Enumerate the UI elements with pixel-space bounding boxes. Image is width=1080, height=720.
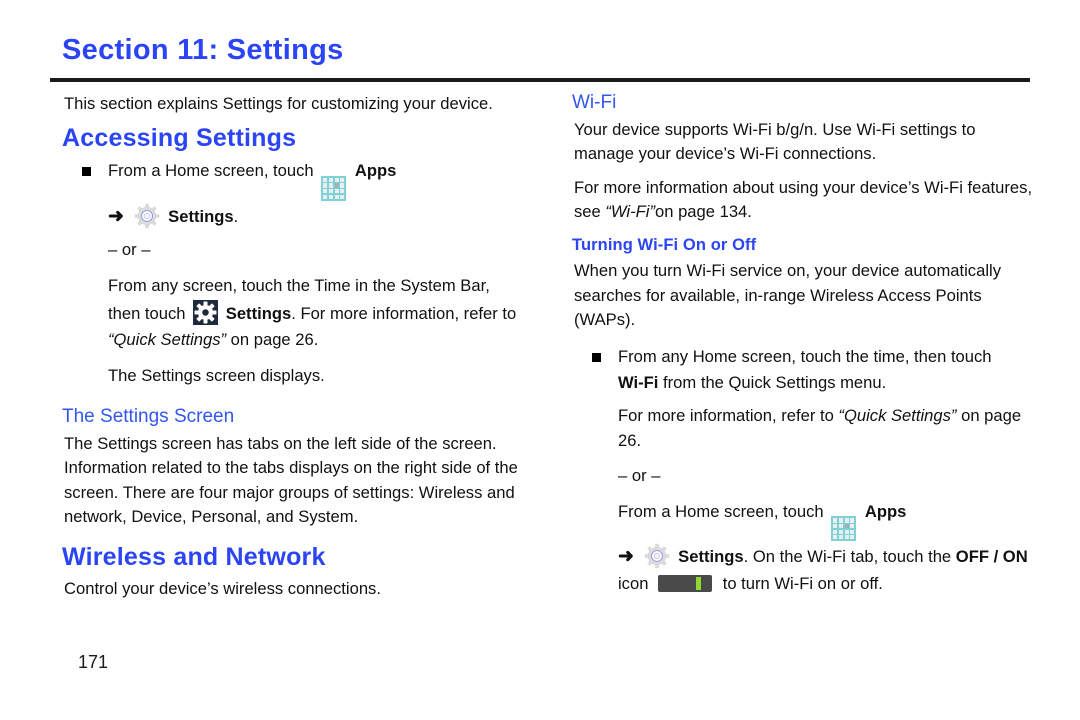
wifi-alt-line-3-post: to turn Wi-Fi on or off. <box>722 573 883 593</box>
wifi-bullet-line-2: Wi-Fi from the Quick Settings menu. <box>618 371 1035 395</box>
intro-paragraph: This section explains Settings for custo… <box>64 94 493 113</box>
turning-wifi-list: From any Home screen, touch the time, th… <box>560 345 1035 597</box>
alt-line-3-post: on page 26. <box>230 330 319 350</box>
settings-gear-icon <box>644 544 669 569</box>
wifi-alt-line-3: icon to turn Wi-Fi on or off. <box>618 572 1035 596</box>
heading-accessing-settings: Accessing Settings <box>62 124 297 153</box>
settings-gear-icon <box>134 203 159 228</box>
wifi-paragraph-1: Your device supports Wi-Fi b/g/n. Use Wi… <box>574 119 976 164</box>
offon-label: OFF / ON <box>955 547 1028 567</box>
the-settings-screen-body: The Settings screen has tabs on the left… <box>64 433 518 527</box>
apps-grid-icon <box>321 175 347 201</box>
wifi-alt-line-1-pre: From a Home screen, touch <box>618 501 824 521</box>
quick-settings-gear-icon <box>193 299 219 325</box>
alt-line-2-post: . For more information, refer to <box>291 303 517 323</box>
settings-label: Settings <box>168 206 234 226</box>
quick-settings-reference: “Quick Settings” <box>838 406 957 426</box>
quick-settings-reference: “Quick Settings” <box>108 330 227 350</box>
title-divider <box>50 78 1030 82</box>
accessing-settings-list: From a Home screen, touch Apps ➜ Setting… <box>50 159 540 388</box>
right-column: Wi-Fi Your device supports Wi-Fi b/g/n. … <box>560 92 1035 598</box>
left-column: This section explains Settings for custo… <box>50 92 540 610</box>
list-item: From a Home screen, touch Apps ➜ Setting… <box>50 159 540 388</box>
wifi-alt-line-3-pre: icon <box>618 573 649 593</box>
page-title: Section 11: Settings <box>62 34 344 66</box>
alt-line-2: then touch Settings. For more informatio… <box>108 299 540 326</box>
or-divider: – or – <box>108 240 151 260</box>
turning-wifi-paragraph: When you turn Wi-Fi service on, your dev… <box>574 261 1001 330</box>
heading-the-settings-screen: The Settings Screen <box>62 406 235 428</box>
wifi-line-3-pre: For more information, refer to <box>618 406 834 426</box>
settings-screen-result: The Settings screen displays. <box>108 365 325 385</box>
heading-turning-wifi-on-or-off: Turning Wi-Fi On or Off <box>572 236 757 255</box>
arrow-right-icon: ➜ <box>108 205 124 227</box>
bullet-line-1: From a Home screen, touch Apps <box>108 159 540 201</box>
alt-line-3: “Quick Settings” on page 26. <box>108 328 540 352</box>
wifi-bullet-line-2-post: from the Quick Settings menu. <box>663 372 887 392</box>
wifi-alt-line-2: ➜ Settings. On the Wi-Fi tab, touch the … <box>618 543 1035 569</box>
bullet-text: From a Home screen, touch <box>108 160 314 180</box>
or-divider: – or – <box>618 466 661 486</box>
wifi-bullet-line-3: For more information, refer to “Quick Se… <box>618 404 1035 453</box>
wifi-reference: “Wi-Fi” <box>605 202 655 222</box>
arrow-right-icon: ➜ <box>618 546 634 568</box>
apps-grid-icon <box>831 516 857 542</box>
alt-line-2-pre: then touch <box>108 303 186 323</box>
bullet-line-2: ➜ Settings. <box>108 203 540 229</box>
wifi-bold-label: Wi-Fi <box>618 372 659 392</box>
wifi-alt-line-1: From a Home screen, touch Apps <box>618 500 1035 542</box>
wifi-bullet-line-1: From any Home screen, touch the time, th… <box>618 346 992 366</box>
heading-wifi: Wi-Fi <box>572 92 617 113</box>
apps-label: Apps <box>354 160 397 180</box>
wifi-paragraph-2: For more information about using your de… <box>574 176 1035 225</box>
wifi-toggle-icon <box>658 574 713 592</box>
settings-label: Settings <box>678 547 744 567</box>
heading-wireless-and-network: Wireless and Network <box>62 542 326 571</box>
apps-label: Apps <box>864 501 907 521</box>
alt-settings-label: Settings <box>225 303 292 323</box>
page-number: 171 <box>78 652 109 672</box>
alt-line-1: From any screen, touch the Time in the S… <box>108 275 490 295</box>
wifi-alt-line-2-mid: . On the Wi-Fi tab, touch the <box>743 547 952 567</box>
manual-page: Section 11: Settings This section explai… <box>0 0 1080 720</box>
wireless-and-network-body: Control your device’s wireless connectio… <box>64 579 381 599</box>
list-item: From any Home screen, touch the time, th… <box>560 345 1035 597</box>
settings-period: . <box>233 206 239 226</box>
wifi-para2-post: on page 134. <box>655 202 752 222</box>
